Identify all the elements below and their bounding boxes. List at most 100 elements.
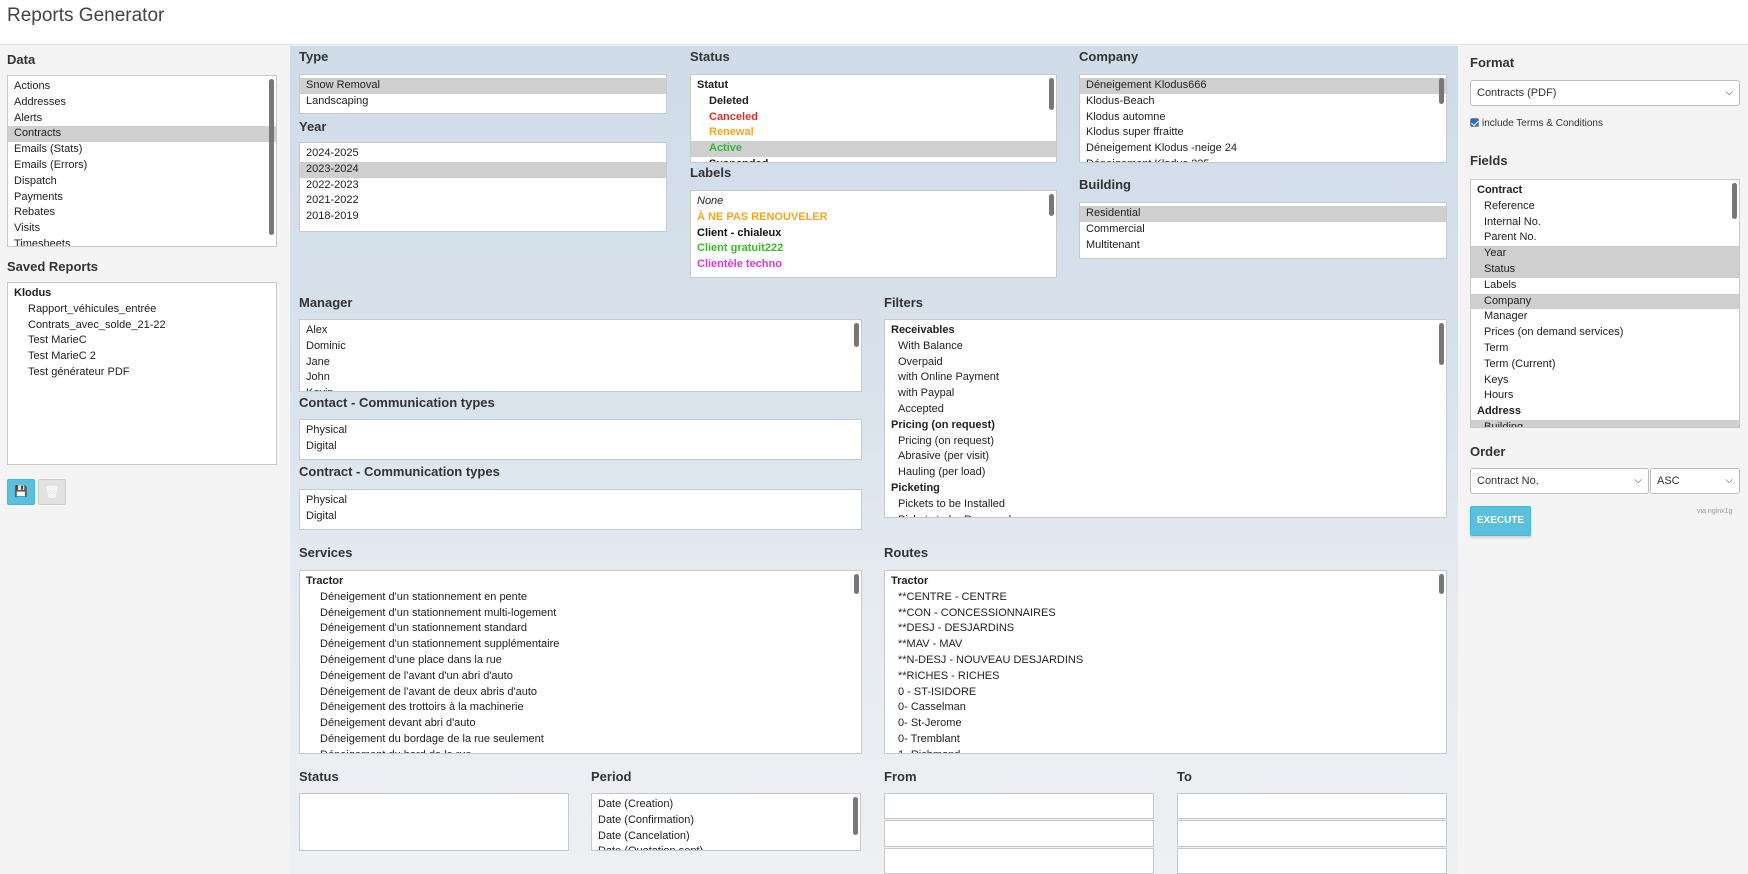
contract-comm-listbox[interactable]: Physical Digital [299,489,862,530]
list-item[interactable]: Déneigement Klodus -neige 24 [1080,141,1446,157]
scrollbar[interactable] [1049,194,1054,216]
company-listbox[interactable]: Déneigement Klodus666 Klodus-Beach Klodus … [1079,74,1447,163]
list-item[interactable]: Jane [300,355,861,371]
list-item[interactable]: Physical [300,493,861,509]
period-listbox[interactable]: Date (Creation) Date (Confirmation) Date (… [591,793,861,851]
list-item[interactable]: Emails (Errors) [8,158,276,174]
manager-listbox[interactable]: AlexDominicJaneJohnKevin [299,319,862,392]
list-item[interactable]: Pickets to be Removed [885,513,1446,517]
list-item[interactable]: Payments [8,190,276,206]
list-item[interactable]: **CENTRE - CENTRE [885,590,1446,606]
list-item[interactable]: Alerts [8,111,276,127]
list-item[interactable]: Digital [300,509,861,525]
list-item[interactable]: Déneigement de l'avant d'un abri d'auto [300,669,861,685]
list-item[interactable]: Déneigement Klodus 225 [1080,157,1446,162]
format-select[interactable]: Contracts (PDF) ⌵ [1470,80,1740,106]
list-item[interactable]: Receivables [885,323,1446,339]
list-item[interactable]: Déneigement Klodus666 [1080,78,1446,94]
scrollbar[interactable] [1439,574,1444,594]
list-item[interactable]: Pickets to be Installed [885,497,1446,513]
saved-reports-listbox[interactable]: Klodus Rapport_véhicules_entrée Contrats_… [7,282,277,465]
list-item[interactable]: **DESJ - DESJARDINS [885,621,1446,637]
list-item[interactable]: Renewal [691,125,1056,141]
list-item[interactable]: 0- St-Jerome [885,716,1446,732]
to-input-3[interactable] [1177,848,1447,874]
execute-button[interactable]: EXECUTE [1470,506,1531,536]
list-item[interactable]: Landscaping [300,94,666,110]
list-item[interactable]: Emails (Stats) [8,142,276,158]
list-item[interactable]: Abrasive (per visit) [885,449,1446,465]
list-item[interactable]: Test MarieC [8,333,276,349]
order-direction-select[interactable]: ASC ⌵ [1650,468,1740,494]
list-item[interactable]: Manager [1471,309,1739,325]
list-item[interactable]: Déneigement d'un stationnement supplémen… [300,637,861,653]
list-item[interactable]: Internal No. [1471,215,1739,231]
list-item[interactable]: Addresses [8,95,276,111]
list-item[interactable]: Alex [300,323,861,339]
list-item[interactable]: 2022-2023 [300,178,666,194]
list-item[interactable]: Timesheets [8,237,276,246]
list-item[interactable]: Déneigement de l'avant de deux abris d'a… [300,685,861,701]
list-item[interactable]: Overpaid [885,355,1446,371]
scrollbar[interactable] [1439,78,1444,104]
scrollbar[interactable] [854,323,859,347]
list-item[interactable]: 0- Casselman [885,700,1446,716]
year-listbox[interactable]: 2024-2025 2023-2024 2022-2023 2021-2022 2018… [299,142,667,232]
list-item[interactable]: Term (Current) [1471,357,1739,373]
list-item[interactable]: Client gratuit222 [691,241,1056,257]
list-item[interactable]: Date (Confirmation) [592,813,860,829]
list-item[interactable]: Picketing [885,481,1446,497]
scrollbar[interactable] [1439,323,1444,365]
building-listbox[interactable]: Residential Commercial Multitenant [1079,202,1447,259]
list-item[interactable]: Physical [300,423,861,439]
terms-checkbox-row[interactable]: include Terms & Conditions [1470,118,1603,129]
list-item[interactable]: Company [1471,293,1739,310]
list-item[interactable]: with Paypal [885,386,1446,402]
list-item[interactable]: Contracts [8,126,276,143]
list-item[interactable]: 0 - ST-ISIDORE [885,685,1446,701]
scrollbar[interactable] [1049,78,1054,110]
to-input-1[interactable] [1177,793,1447,819]
list-item[interactable]: Accepted [885,402,1446,418]
list-item[interactable]: Déneigement d'une place dans la rue [300,653,861,669]
list-item[interactable]: John [300,370,861,386]
list-item[interactable]: Contract [1471,183,1739,199]
list-item[interactable]: Multitenant [1080,238,1446,254]
fields-listbox[interactable]: Contract Reference Internal No. Parent No. Y… [1470,179,1740,428]
list-item[interactable]: Active [691,141,1056,157]
list-item[interactable]: Date (Quotation sent) [592,844,860,850]
checkbox-icon[interactable] [1470,118,1479,127]
list-item[interactable]: Reference [1471,199,1739,215]
list-item[interactable]: Suspended [691,157,1056,162]
list-item[interactable]: **RICHES - RICHES [885,669,1446,685]
list-item[interactable]: **CON - CONCESSIONNAIRES [885,606,1446,622]
list-item[interactable]: **N-DESJ - NOUVEAU DESJARDINS [885,653,1446,669]
scrollbar[interactable] [269,79,274,235]
list-item[interactable]: Test MarieC 2 [8,349,276,365]
list-item[interactable]: With Balance [885,339,1446,355]
status-listbox[interactable]: StatutDeletedCanceledRenewalActiveSuspen… [690,74,1057,163]
list-item[interactable]: Canceled [691,110,1056,126]
list-item[interactable]: Snow Removal [300,78,666,94]
save-button[interactable]: 💾 [7,479,35,505]
list-item[interactable]: Status [1471,261,1739,278]
list-item[interactable]: 2018-2019 [300,209,666,225]
from-input-3[interactable] [884,848,1154,874]
list-item[interactable]: None [691,194,1056,210]
list-item[interactable]: Déneigement d'un stationnement multi-log… [300,606,861,622]
list-item[interactable]: Hours [1471,388,1739,404]
list-item[interactable]: Tractor [300,574,861,590]
list-item[interactable]: Klodus super ffraitte [1080,125,1446,141]
list-item[interactable]: Dispatch [8,174,276,190]
list-item[interactable]: **MAV - MAV [885,637,1446,653]
list-item[interactable]: 1- Richmond [885,748,1446,753]
list-item[interactable]: 2021-2022 [300,193,666,209]
list-item[interactable]: Term [1471,341,1739,357]
list-item[interactable]: Residential [1080,206,1446,222]
list-item[interactable]: Address [1471,404,1739,420]
list-item[interactable]: 2024-2025 [300,146,666,162]
list-item[interactable]: Keys [1471,373,1739,389]
list-item[interactable]: 0- Tremblant [885,732,1446,748]
list-item[interactable]: Hauling (per load) [885,465,1446,481]
scrollbar[interactable] [853,797,858,835]
